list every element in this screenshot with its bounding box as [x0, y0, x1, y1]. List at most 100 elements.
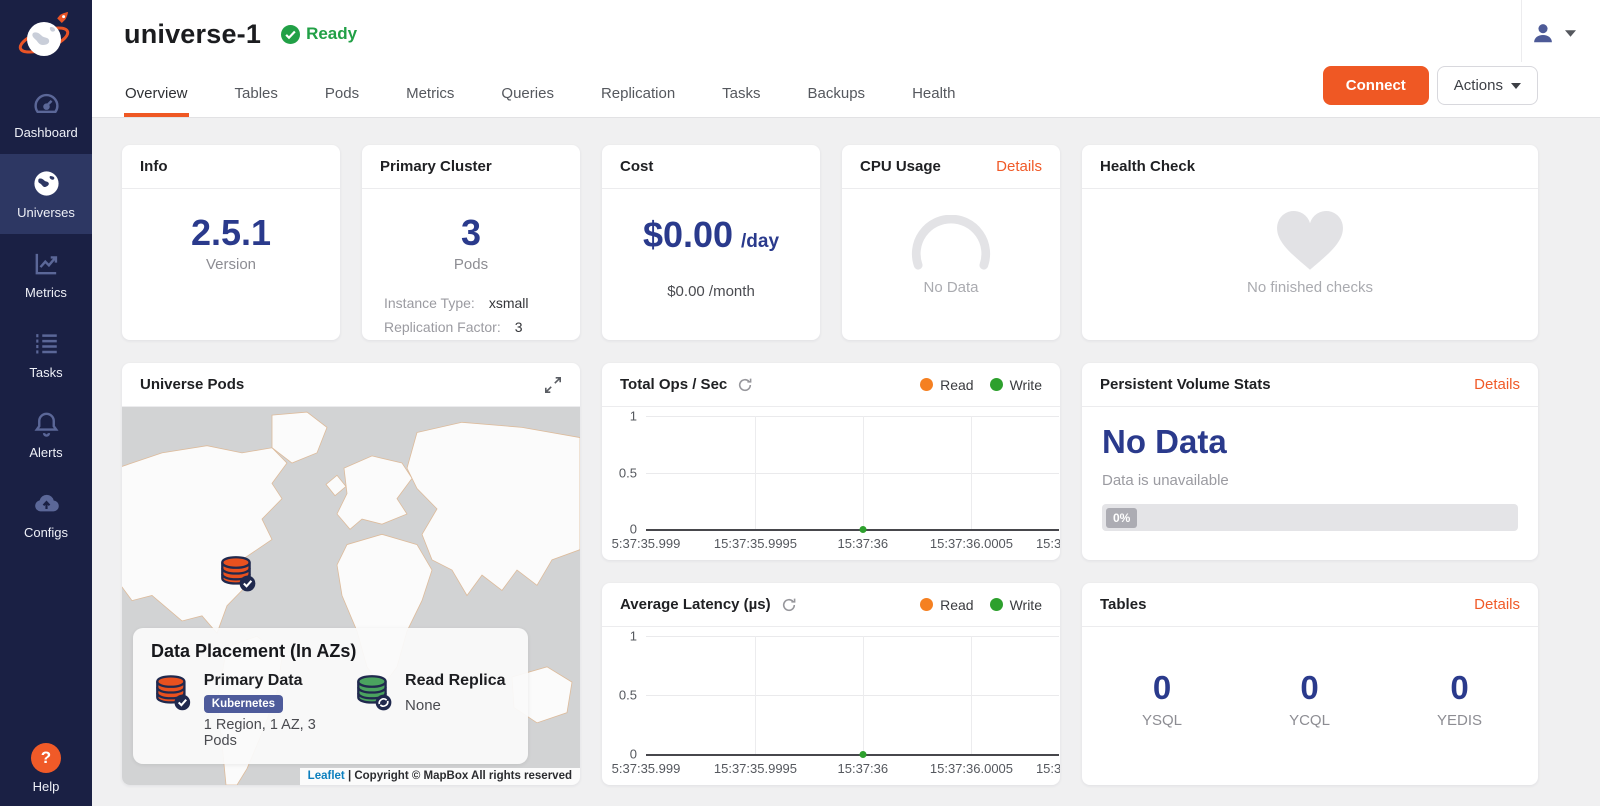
primary-cluster-card: Primary Cluster 3 Pods Instance Type: xs… — [362, 145, 580, 340]
yedis-label: YEDIS — [1437, 712, 1482, 729]
universe-tabs: Overview Tables Pods Metrics Queries Rep… — [124, 75, 956, 117]
pods-count-value: 3 — [461, 213, 481, 253]
y-tick: 1 — [630, 629, 637, 644]
tab-metrics[interactable]: Metrics — [405, 75, 455, 117]
card-title: Primary Cluster — [380, 158, 492, 175]
actions-dropdown-button[interactable]: Actions — [1437, 66, 1538, 105]
table-count-ycql: 0 YCQL — [1289, 669, 1330, 785]
tab-health[interactable]: Health — [911, 75, 956, 117]
overview-content: Info 2.5.1 Version Primary Cluster 3 Pod… — [92, 118, 1600, 785]
y-tick: 0 — [630, 747, 637, 762]
cost-day-value: $0.00 — [643, 215, 733, 255]
x-tick: 15:37:36 — [838, 536, 889, 551]
chevron-down-icon — [1565, 30, 1576, 37]
tab-queries[interactable]: Queries — [500, 75, 555, 117]
pods-count-caption: Pods — [454, 256, 488, 273]
tab-tables[interactable]: Tables — [234, 75, 279, 117]
sidebar-item-tasks[interactable]: Tasks — [0, 314, 92, 394]
write-dot-icon — [990, 598, 1003, 611]
x-tick: 15:37:36.0005 — [930, 536, 1013, 551]
page-title: universe-1 — [124, 19, 261, 50]
attribution-text: | Copyright © MapBox All rights reserved — [345, 770, 572, 782]
cost-card: Cost $0.00 /day $0.00 /month — [602, 145, 820, 340]
cpu-usage-card: CPU Usage Details No Data — [842, 145, 1060, 340]
total-ops-chart-card: Total Ops / Sec Read Write — [602, 363, 1060, 560]
info-card: Info 2.5.1 Version — [122, 145, 340, 340]
ysql-label: YSQL — [1142, 712, 1182, 729]
primary-cluster-map-marker[interactable] — [216, 553, 258, 593]
yedis-count: 0 — [1450, 669, 1468, 707]
sidebar-item-configs[interactable]: Configs — [0, 474, 92, 554]
read-dot-icon — [920, 598, 933, 611]
legend-write[interactable]: Write — [990, 597, 1042, 613]
card-title: Total Ops / Sec — [620, 376, 727, 393]
sidebar-item-help[interactable]: ? Help — [0, 743, 92, 794]
tab-replication[interactable]: Replication — [600, 75, 676, 117]
x-tick: 15:37:35.9995 — [714, 761, 797, 776]
data-placement-panel: Data Placement (In AZs) — [133, 628, 528, 764]
card-title: Universe Pods — [140, 376, 244, 393]
cpu-details-link[interactable]: Details — [996, 158, 1042, 175]
version-caption: Version — [206, 256, 256, 273]
tab-pods[interactable]: Pods — [324, 75, 360, 117]
y-tick: 0 — [630, 522, 637, 537]
tab-backups[interactable]: Backups — [807, 75, 867, 117]
card-title: Info — [140, 158, 168, 175]
alerts-bell-icon — [32, 409, 61, 438]
tab-tasks[interactable]: Tasks — [721, 75, 761, 117]
sidebar-item-dashboard[interactable]: Dashboard — [0, 74, 92, 154]
instance-type-value: xsmall — [489, 295, 529, 311]
connect-button[interactable]: Connect — [1323, 66, 1429, 105]
sidebar-item-label: Dashboard — [14, 125, 78, 140]
legend-write[interactable]: Write — [990, 377, 1042, 393]
sidebar-item-metrics[interactable]: Metrics — [0, 234, 92, 314]
cpu-empty-text: No Data — [923, 279, 978, 296]
main-area: universe-1 Ready Overview Tables — [92, 0, 1600, 806]
tables-details-link[interactable]: Details — [1474, 596, 1520, 613]
brand-logo[interactable] — [0, 0, 92, 74]
pv-progress-label: 0% — [1106, 508, 1137, 528]
replication-factor-label: Replication Factor: — [384, 319, 501, 335]
expand-icon[interactable] — [544, 376, 562, 394]
card-title: Tables — [1100, 596, 1146, 613]
sidebar-item-label: Tasks — [29, 365, 62, 380]
data-placement-title: Data Placement (In AZs) — [151, 641, 510, 662]
card-title: Health Check — [1100, 158, 1195, 175]
configs-cloud-icon — [32, 489, 61, 518]
table-count-ysql: 0 YSQL — [1142, 669, 1182, 785]
read-replica-value: None — [405, 697, 505, 714]
write-data-point — [859, 751, 866, 758]
refresh-icon[interactable] — [781, 597, 797, 613]
y-tick: 0.5 — [619, 688, 637, 703]
chart-legend: Read Write — [920, 377, 1042, 393]
read-dot-icon — [920, 378, 933, 391]
pv-value: No Data — [1102, 423, 1518, 461]
planet-rocket-logo-icon — [18, 11, 74, 63]
read-replica-block: Read Replica None — [352, 672, 505, 749]
legend-read[interactable]: Read — [920, 597, 973, 613]
world-map[interactable]: Data Placement (In AZs) — [122, 407, 580, 785]
chart-legend: Read Write — [920, 597, 1042, 613]
avg-latency-plot-area: 1 0.5 0 5:37:35.999 15:37:35.9995 15:37:… — [602, 627, 1060, 785]
primary-data-summary: 1 Region, 1 AZ, 3 Pods — [204, 717, 352, 749]
universe-pods-map-card: Universe Pods — [122, 363, 580, 785]
x-tick: 15:37:36.0005 — [930, 761, 1013, 776]
read-replica-label: Read Replica — [405, 672, 505, 690]
y-tick: 0.5 — [619, 465, 637, 480]
primary-database-icon — [151, 672, 193, 712]
refresh-icon[interactable] — [737, 377, 753, 393]
pv-details-link[interactable]: Details — [1474, 376, 1520, 393]
app-window: Dashboard Universes Metrics — [0, 0, 1600, 806]
sidebar-item-alerts[interactable]: Alerts — [0, 394, 92, 474]
user-menu[interactable] — [1530, 20, 1576, 46]
sidebar-item-universes[interactable]: Universes — [0, 154, 92, 234]
primary-data-label: Primary Data — [204, 672, 352, 690]
leaflet-link[interactable]: Leaflet — [308, 770, 345, 782]
sidebar-nav: Dashboard Universes Metrics — [0, 74, 92, 554]
dashboard-gauge-icon — [32, 89, 61, 118]
user-avatar-icon — [1530, 20, 1556, 46]
legend-read[interactable]: Read — [920, 377, 973, 393]
x-tick: 15:37:35.9995 — [714, 536, 797, 551]
tab-overview[interactable]: Overview — [124, 75, 189, 117]
heart-icon — [1276, 209, 1344, 271]
